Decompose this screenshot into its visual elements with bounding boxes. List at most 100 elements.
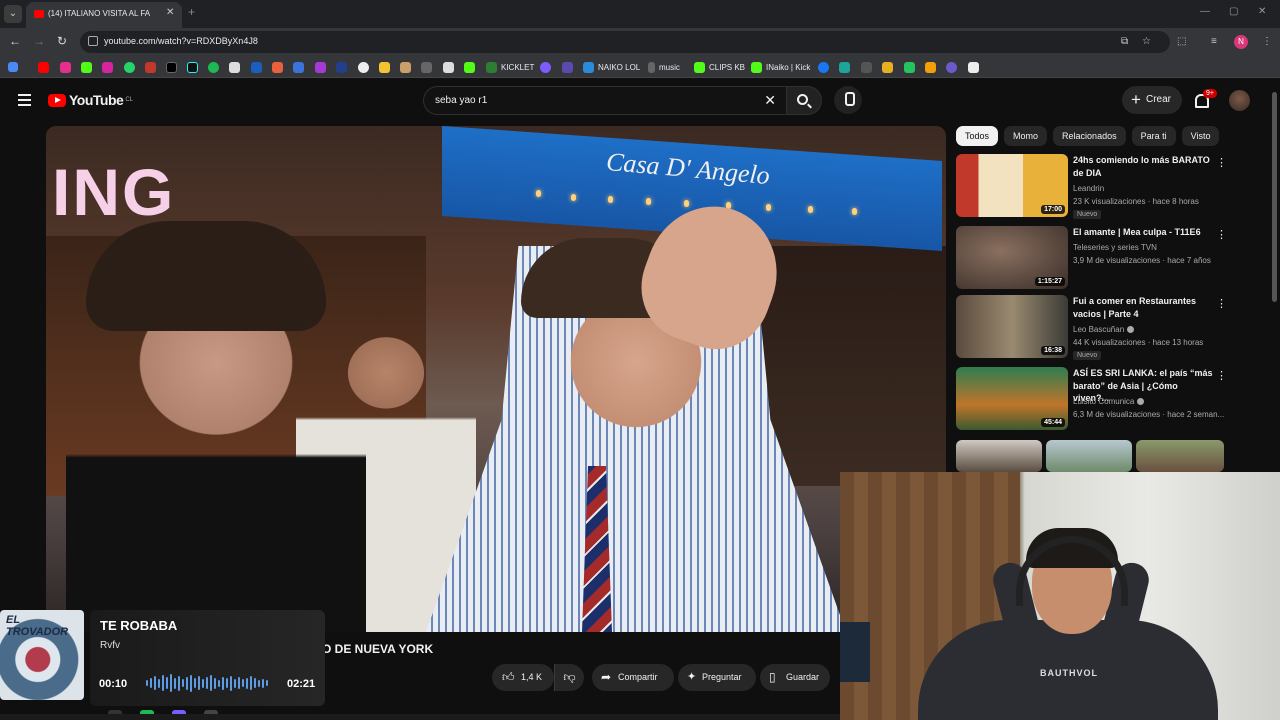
youtube-bookmark-icon[interactable]	[38, 60, 53, 74]
bookmark-icon[interactable]	[443, 60, 458, 74]
bookmark-icon[interactable]	[251, 60, 266, 74]
minimize-icon[interactable]: —	[1200, 6, 1210, 17]
bookmark-icon[interactable]	[272, 60, 287, 74]
search-input[interactable]: seba yao r1	[435, 95, 487, 106]
voice-search-icon[interactable]	[834, 86, 862, 114]
bookmark-icon[interactable]	[60, 60, 75, 74]
search-box[interactable]: seba yao r1 ✕	[423, 86, 786, 115]
facebook-bookmark-icon[interactable]	[818, 60, 833, 74]
like-button[interactable]: 👍︎ 1,4 K	[492, 664, 554, 691]
browser-menu-icon[interactable]: ⋮	[1262, 36, 1272, 47]
apps-icon[interactable]	[8, 60, 22, 74]
chip-todos[interactable]: Todos	[956, 126, 999, 146]
bookmark-icon[interactable]	[464, 60, 479, 74]
video-thumbnail[interactable]: 16:38	[956, 295, 1068, 358]
more-options-icon[interactable]: ⋮	[1216, 369, 1227, 382]
back-icon[interactable]: ←	[9, 34, 21, 48]
more-options-icon[interactable]: ⋮	[1216, 156, 1227, 169]
url-text: youtube.com/watch?v=RDXDByXn4J8	[104, 36, 258, 46]
channel-name[interactable]: Leandrin	[1073, 184, 1104, 193]
forward-icon[interactable]: →	[33, 34, 45, 48]
menu-icon[interactable]	[18, 94, 31, 109]
chip-visto[interactable]: Visto	[1181, 126, 1220, 146]
bookmark-icon[interactable]	[145, 60, 160, 74]
create-button[interactable]: Crear	[1122, 86, 1182, 114]
bookmark-icon[interactable]	[904, 60, 919, 74]
chip-relacionados[interactable]: Relacionados	[1053, 126, 1126, 146]
recommended-video[interactable]: 17:00 24hs comiendo lo más BARATO de DIA…	[956, 154, 1227, 219]
bookmark-icon[interactable]	[562, 60, 577, 74]
bookmark-icon[interactable]	[400, 60, 415, 74]
account-avatar[interactable]	[1229, 90, 1250, 111]
recommended-video[interactable]: 45:44 ASÍ ES SRI LANKA: el país “más bar…	[956, 367, 1227, 431]
shorts-thumbnail[interactable]	[1046, 440, 1132, 472]
bookmark-star-icon[interactable]: ☆	[1142, 36, 1151, 47]
video-thumbnail[interactable]: 1:15:27	[956, 226, 1068, 289]
recommended-video[interactable]: 16:38 Fui a comer en Restaurantes vacios…	[956, 295, 1227, 360]
video-title[interactable]: 24hs comiendo lo más BARATO de DIA	[1073, 154, 1213, 179]
extensions-icon[interactable]: ⬚	[1177, 36, 1186, 47]
bookmark-icon[interactable]	[293, 60, 308, 74]
close-window-icon[interactable]: ✕	[1258, 6, 1266, 17]
chip-momo[interactable]: Momo	[1004, 126, 1048, 146]
new-tab-icon[interactable]: +	[188, 5, 195, 19]
close-tab-icon[interactable]: ✕	[166, 7, 174, 18]
save-button[interactable]: ▯ Guardar	[760, 664, 830, 691]
bookmark-icon[interactable]	[968, 60, 983, 74]
bookmark-kicklet[interactable]: KICKLET	[486, 60, 534, 74]
video-thumbnail[interactable]: 45:44	[956, 367, 1068, 430]
bookmark-naiko-kick[interactable]: INaiko | Kick	[751, 60, 810, 74]
profile-avatar[interactable]: N	[1234, 35, 1248, 49]
channel-name[interactable]: Teleseries y series TVN	[1073, 243, 1157, 252]
bookmark-icon[interactable]	[358, 60, 373, 74]
shorts-thumbnail[interactable]	[956, 440, 1042, 472]
instagram-bookmark-icon[interactable]	[102, 60, 117, 74]
tab-search-button[interactable]: ⌄	[4, 5, 22, 23]
bookmark-clips-kb[interactable]: CLIPS KB	[694, 60, 745, 74]
share-button[interactable]: ➦ Compartir	[592, 664, 674, 691]
channel-name[interactable]: Luisito Comunica	[1073, 397, 1145, 406]
reload-icon[interactable]: ↻	[57, 34, 67, 48]
maximize-icon[interactable]: ▢	[1229, 6, 1238, 17]
bookmark-icon[interactable]	[540, 60, 555, 74]
channel-name[interactable]: Leo Bascuñan	[1073, 325, 1135, 334]
shorts-thumbnail[interactable]	[1136, 440, 1224, 472]
search-button[interactable]	[786, 86, 822, 115]
bookmark-icon[interactable]	[882, 60, 897, 74]
video-player[interactable]: Casa D' Angelo ING	[46, 126, 946, 632]
address-bar[interactable]: youtube.com/watch?v=RDXDByXn4J8	[80, 31, 1170, 53]
video-title[interactable]: El amante | Mea culpa - T11E6	[1073, 226, 1213, 239]
reading-list-icon[interactable]: ≡	[1211, 36, 1217, 47]
page-scrollbar[interactable]	[1272, 92, 1277, 302]
dislike-button[interactable]: 👎︎	[554, 664, 584, 691]
bookmark-icon[interactable]	[229, 60, 244, 74]
more-options-icon[interactable]: ⋮	[1216, 228, 1227, 241]
spotify-bookmark-icon[interactable]	[208, 60, 223, 74]
bookmark-icon[interactable]	[336, 60, 351, 74]
bookmark-icon[interactable]	[839, 60, 854, 74]
clear-search-icon[interactable]: ✕	[764, 92, 776, 109]
more-options-icon[interactable]: ⋮	[1216, 297, 1227, 310]
chip-para-ti[interactable]: Para ti	[1131, 126, 1176, 146]
video-title[interactable]: Fui a comer en Restaurantes vacios | Par…	[1073, 295, 1213, 320]
bookmark-icon[interactable]	[379, 60, 394, 74]
bookmark-icon[interactable]	[861, 60, 876, 74]
youtube-logo[interactable]: YouTube CL	[48, 92, 133, 108]
browser-tab[interactable]: (14) ITALIANO VISITA AL FA ✕	[26, 2, 182, 28]
waveform-bar	[254, 678, 256, 688]
bookmark-naiko-lol[interactable]: NAIKO LOL	[583, 60, 640, 74]
tiktok-bookmark-icon[interactable]	[187, 60, 202, 74]
bookmark-icon[interactable]	[315, 60, 330, 74]
site-info-icon[interactable]	[88, 36, 98, 46]
bookmark-icon[interactable]	[946, 60, 961, 74]
ask-button[interactable]: ✦ Preguntar	[678, 664, 756, 691]
x-bookmark-icon[interactable]	[166, 60, 181, 74]
whatsapp-bookmark-icon[interactable]	[124, 60, 139, 74]
recommended-video[interactable]: 1:15:27 El amante | Mea culpa - T11E6 Te…	[956, 226, 1227, 290]
bookmark-icon[interactable]	[421, 60, 436, 74]
kick-bookmark-icon[interactable]	[81, 60, 96, 74]
bookmark-music[interactable]: music	[648, 60, 680, 74]
cast-icon[interactable]: ⧉	[1121, 36, 1128, 47]
video-thumbnail[interactable]: 17:00	[956, 154, 1068, 217]
bookmark-icon[interactable]	[925, 60, 940, 74]
